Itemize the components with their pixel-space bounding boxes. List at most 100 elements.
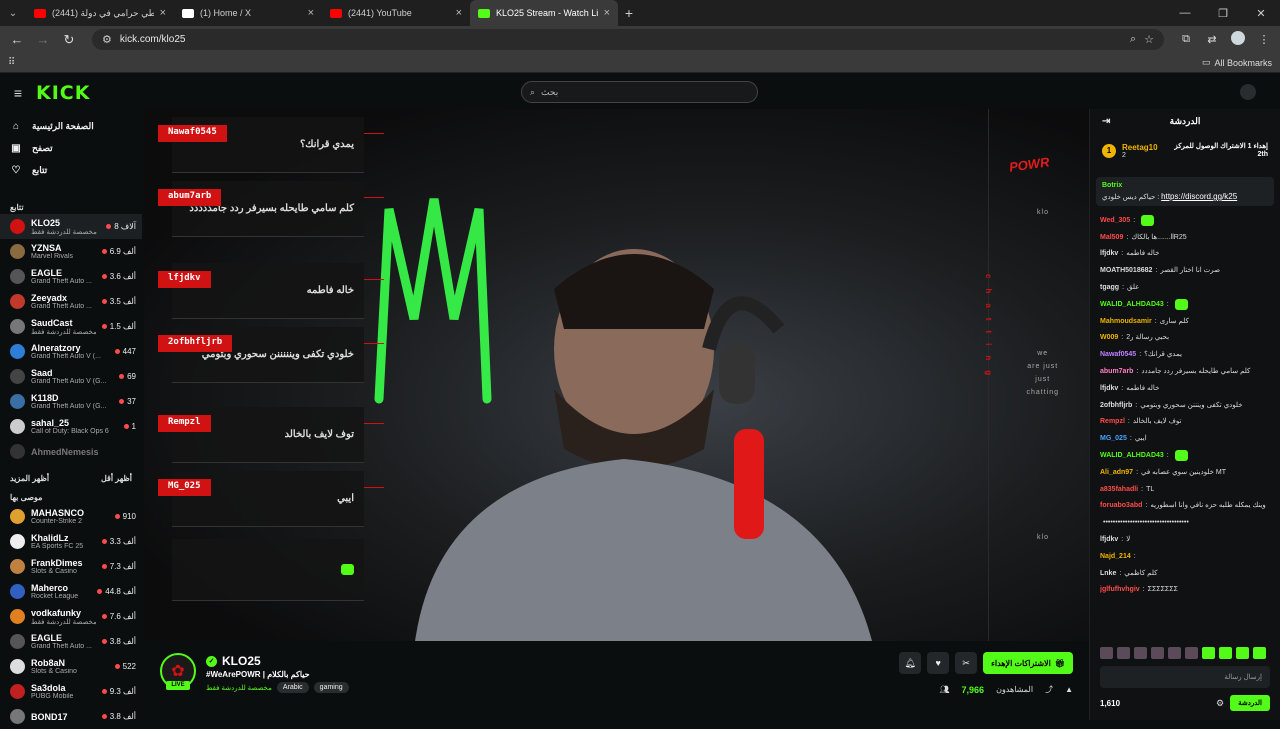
channel-points[interactable]: 1,610: [1100, 699, 1120, 708]
sidebar-channel[interactable]: KLO25 مخصصة للدردشة فقط 8 آلاف: [0, 214, 142, 239]
sidebar-channel[interactable]: KhalidLz EA Sports FC 25 3.3 ألف: [0, 529, 142, 554]
chat-message[interactable]: lfjdkv: لا: [1100, 531, 1270, 548]
profile-icon[interactable]: [1228, 31, 1248, 48]
cast-icon[interactable]: ⇄: [1202, 33, 1222, 46]
emote-icon[interactable]: [1236, 647, 1249, 659]
chat-message[interactable]: jglfufhvhgiv: ΣΣΣΣΣΣΣ: [1100, 582, 1270, 599]
sidebar-channel[interactable]: EAGLE Grand Theft Auto ... 3.8 ألف: [0, 629, 142, 654]
close-window-icon[interactable]: ✕: [1242, 0, 1280, 26]
chat-message[interactable]: 2ofbhfljrb: خلودي تكفى وينننن سحوري وبتوم…: [1100, 397, 1270, 414]
sidebar-channel-offline[interactable]: AhmedNemesis: [0, 439, 142, 464]
chat-username[interactable]: Nawaf0545: [1100, 351, 1136, 358]
emote-icon[interactable]: [1100, 647, 1113, 659]
tab-close-icon[interactable]: ×: [308, 7, 314, 19]
chat-username[interactable]: Najd_214: [1100, 553, 1131, 560]
chat-username[interactable]: WALID_ALHDAD43: [1100, 301, 1164, 308]
clip-icon[interactable]: ✂: [955, 652, 978, 674]
sidebar-channel[interactable]: Rob8aN Slots & Casino 522: [0, 654, 142, 679]
stream-tag[interactable]: Arabic: [276, 682, 309, 693]
new-tab-button[interactable]: +: [618, 5, 640, 21]
chat-message[interactable]: tgagg: علق: [1100, 279, 1270, 296]
chat-username[interactable]: lfjdkv: [1100, 536, 1118, 543]
chat-username[interactable]: lfjdkv: [1100, 385, 1118, 392]
notification-bell-icon[interactable]: 🔔︎: [899, 652, 922, 674]
chat-username[interactable]: Lnke: [1100, 570, 1116, 577]
chat-username[interactable]: WALID_ALHDAD43: [1100, 452, 1164, 459]
sidebar-channel[interactable]: Sa3dola PUBG Mobile 9.3 ألف: [0, 679, 142, 704]
gift-leaderboard[interactable]: 1 Reetag10 2 إهداء 1 الاشتراك الوصول للم…: [1090, 133, 1280, 169]
bookmark-star-icon[interactable]: ☆: [1144, 33, 1154, 46]
chat-message[interactable]: Lnke: كلم كاظمي: [1100, 565, 1270, 582]
forward-icon[interactable]: →: [32, 29, 54, 51]
emote-icon[interactable]: [1185, 647, 1198, 659]
emote-icon[interactable]: [1117, 647, 1130, 659]
pinned-link[interactable]: https://discord.gg/k25: [1161, 192, 1237, 201]
chat-username[interactable]: Mal509: [1100, 234, 1123, 241]
chat-username[interactable]: tgagg: [1100, 284, 1119, 291]
chat-message[interactable]: Mahmoudsamir: كلم سارى: [1100, 313, 1270, 330]
chat-message[interactable]: Wed_305:: [1100, 212, 1270, 229]
sidebar-channel[interactable]: YZNSA Marvel Rivals 6.9 ألف: [0, 239, 142, 264]
chat-username[interactable]: jglfufhvhgiv: [1100, 586, 1140, 593]
minimize-icon[interactable]: —: [1166, 0, 1204, 26]
chat-username[interactable]: Rempzl: [1100, 418, 1125, 425]
follow-heart-icon[interactable]: ♥: [927, 652, 950, 674]
chat-message[interactable]: abum7arb: كلم سامي طايحله بسيرفر ردد جامد…: [1100, 363, 1270, 380]
emote-icon[interactable]: [1219, 647, 1232, 659]
chat-message[interactable]: foruabo3abd: وينك يمكله طلبه حزه نافي وان…: [1100, 498, 1270, 515]
chat-message[interactable]: Ali_adn97: خلودينين سوي عصابه في MT: [1100, 464, 1270, 481]
sidebar-channel[interactable]: Saad Grand Theft Auto V (G... 69: [0, 364, 142, 389]
zoom-icon[interactable]: ⌕: [1130, 33, 1136, 46]
browser-tab[interactable]: (1) Home / X ×: [174, 0, 322, 26]
back-icon[interactable]: ←: [6, 29, 28, 51]
menu-icon[interactable]: ⋮: [1254, 33, 1274, 46]
extensions-icon[interactable]: ⧉: [1176, 33, 1196, 46]
chat-send-button[interactable]: الدردشة: [1230, 695, 1270, 711]
chat-username[interactable]: 2ofbhfljrb: [1100, 402, 1132, 409]
tab-close-icon[interactable]: ×: [160, 7, 166, 19]
emote-icon[interactable]: [1134, 647, 1147, 659]
emote-icon[interactable]: [1168, 647, 1181, 659]
browser-tab[interactable]: (2441) YouTube ×: [322, 0, 470, 26]
sidebar-channel[interactable]: vodkafunky مخصصة للدردشة فقط 7.6 ألف: [0, 604, 142, 629]
site-info-icon[interactable]: ⚙: [102, 33, 112, 46]
emote-icon[interactable]: [1253, 647, 1266, 659]
chat-username[interactable]: foruabo3abd: [1100, 502, 1142, 509]
emote-icon[interactable]: [1202, 647, 1215, 659]
chat-username[interactable]: abum7arb: [1100, 368, 1133, 375]
chat-message[interactable]: WALID_ALHDAD43:: [1100, 447, 1270, 464]
sidebar-channel[interactable]: BOND17 3.8 ألف: [0, 704, 142, 729]
maximize-icon[interactable]: ❐: [1204, 0, 1242, 26]
pinned-message[interactable]: Botrix حياكم ديس خلودي : https://discord…: [1096, 177, 1274, 206]
chat-message[interactable]: •••••••••••••••••••••••••••••••••••: [1100, 514, 1270, 531]
share-icon[interactable]: ⤴: [1045, 684, 1053, 695]
browser-tab[interactable]: KLO25 Stream - Watch Live ×: [470, 0, 618, 26]
sidebar-channel[interactable]: EAGLE Grand Theft Auto ... 3.6 ألف: [0, 264, 142, 289]
chat-username[interactable]: W009: [1100, 334, 1118, 341]
collapse-chat-icon[interactable]: ⇥: [1102, 116, 1110, 127]
chat-message[interactable]: W009: بحبي رسالة ر2: [1100, 330, 1270, 347]
stream-category[interactable]: مخصصة للدردشة فقط: [206, 684, 272, 692]
chat-input[interactable]: إرسال رسالة: [1100, 666, 1270, 688]
tab-close-icon[interactable]: ×: [456, 7, 462, 19]
chat-username[interactable]: Ali_adn97: [1100, 469, 1133, 476]
reload-icon[interactable]: ↻: [58, 29, 80, 51]
video-player[interactable]: يمدي قرانك؟ Nawaf0545 كلم سامي طايحله بسير…: [144, 109, 1089, 641]
chat-message[interactable]: a835fahadli: TL: [1100, 481, 1270, 498]
chat-message[interactable]: lfjdkv: خاله فاطمه: [1100, 380, 1270, 397]
emote-icon[interactable]: [1151, 647, 1164, 659]
all-bookmarks-button[interactable]: ▭ All Bookmarks: [1202, 57, 1272, 68]
report-icon[interactable]: ▲: [1065, 685, 1073, 694]
chat-username[interactable]: MG_025: [1100, 435, 1127, 442]
apps-grid-icon[interactable]: ⠿: [8, 57, 15, 68]
sidebar-channel[interactable]: Alneratzory Grand Theft Auto V (... 447: [0, 339, 142, 364]
search-input[interactable]: ⌕ بحث: [521, 81, 758, 103]
nav-item[interactable]: ▣ تصفح: [0, 137, 142, 159]
chat-username[interactable]: a835fahadli: [1100, 486, 1138, 493]
chat-message[interactable]: lfjdkv: خاله فاطمه: [1100, 246, 1270, 263]
tab-close-icon[interactable]: ×: [604, 7, 610, 19]
nav-item[interactable]: ♡ تتابع: [0, 159, 142, 181]
gift-subscription-button[interactable]: الاشتراكات الإهداء 🎁︎: [983, 652, 1073, 674]
chat-message[interactable]: Rempzl: توف لايف بالخالد: [1100, 414, 1270, 431]
sidebar-channel[interactable]: Maherco Rocket League 44.8 ألف: [0, 579, 142, 604]
